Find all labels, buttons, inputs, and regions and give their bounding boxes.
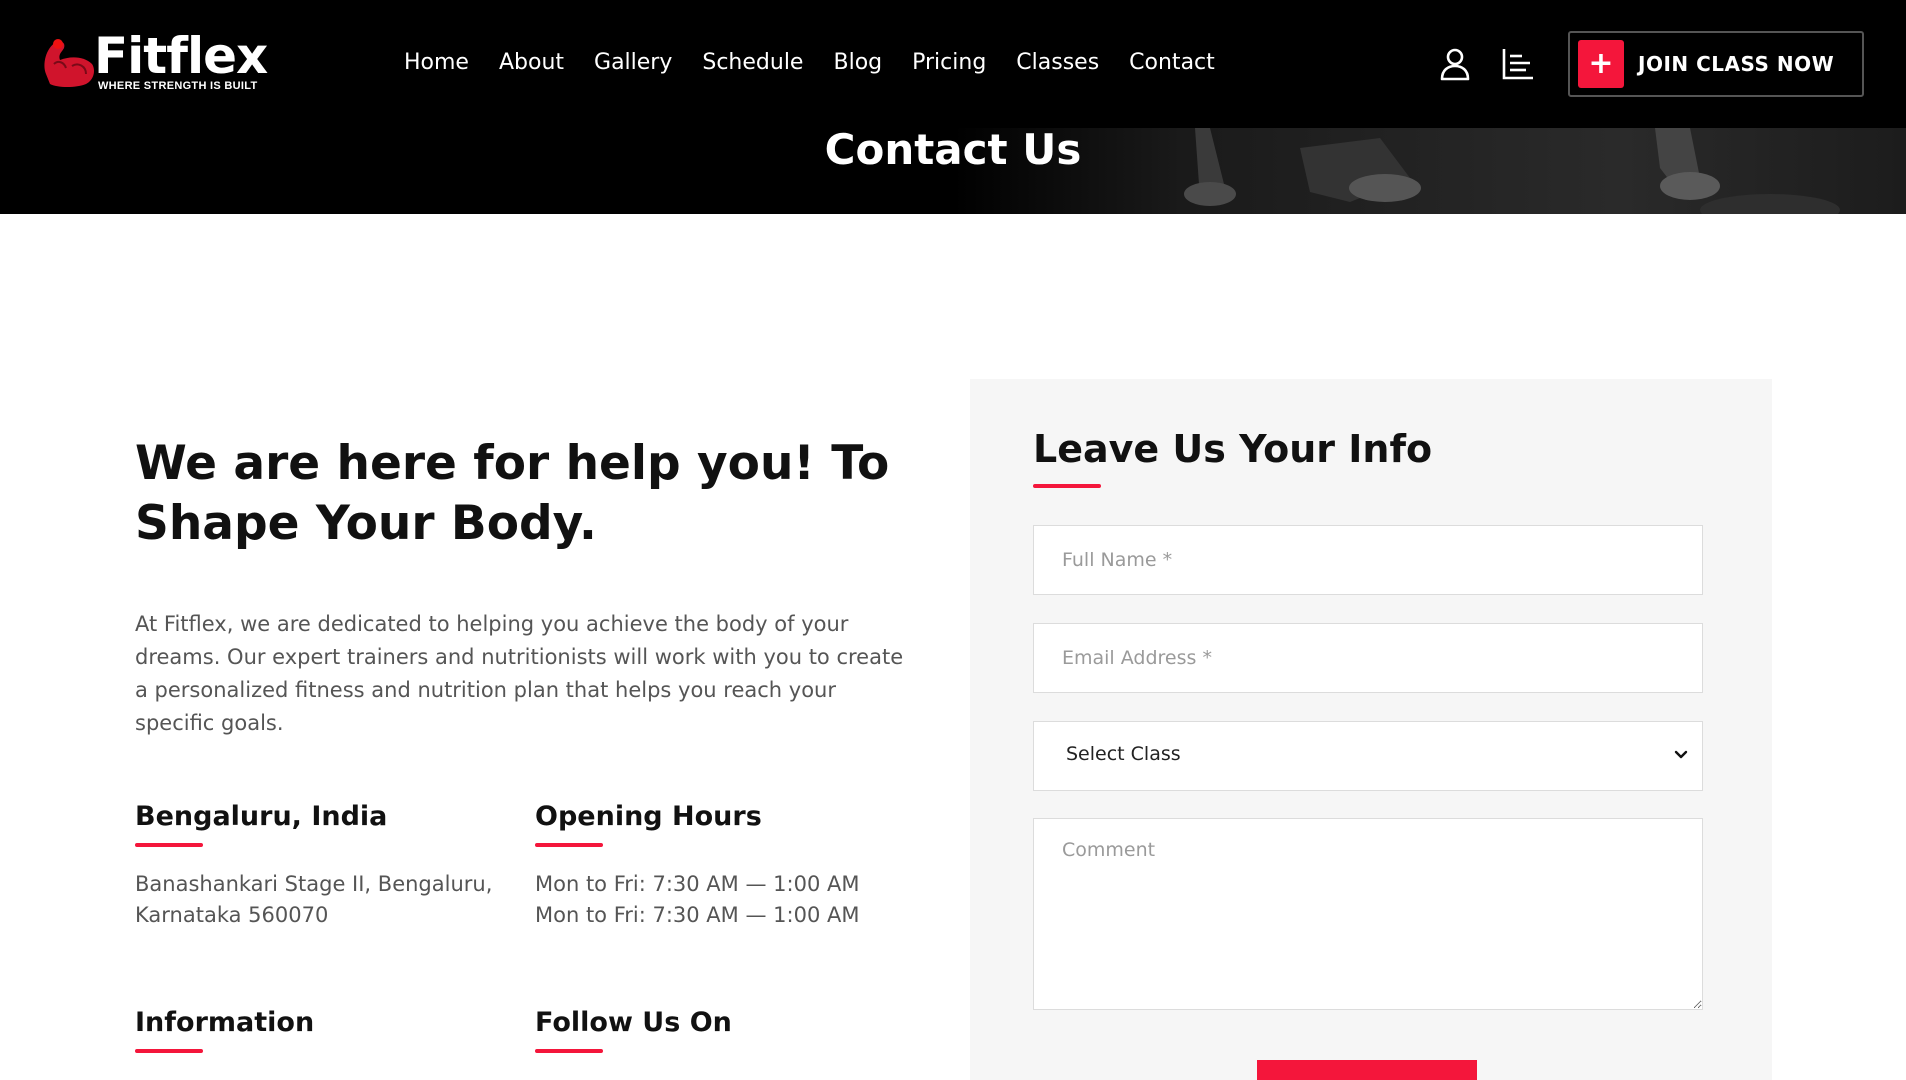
chevron-down-icon (1674, 750, 1688, 759)
class-select-value: Select Class (1066, 743, 1181, 765)
comment-textarea[interactable] (1033, 818, 1703, 1010)
nav-blog[interactable]: Blog (833, 46, 882, 80)
nav-home[interactable]: Home (404, 46, 469, 80)
list-icon[interactable] (1500, 46, 1536, 82)
flexed-arm-icon (44, 39, 94, 87)
full-name-input[interactable] (1033, 525, 1703, 595)
plus-icon: + (1578, 40, 1624, 88)
location-block: Bengaluru, India Banashankari Stage II, … (135, 799, 492, 931)
nav-schedule[interactable]: Schedule (702, 46, 803, 80)
address-text: Banashankari Stage II, Bengaluru, Karnat… (135, 869, 492, 931)
brand-tagline: WHERE STRENGTH IS BUILT (98, 80, 258, 92)
hours-text: Mon to Fri: 7:30 AM — 1:00 AM Mon to Fri… (535, 869, 859, 931)
contact-intro-text: At Fitflex, we are dedicated to helping … (135, 612, 904, 735)
contact-form-panel: Leave Us Your Info Select Class (970, 379, 1772, 1080)
user-icon[interactable] (1437, 46, 1473, 82)
join-class-label: JOIN CLASS NOW (1638, 52, 1835, 76)
main-menu: Home About Gallery Schedule Blog Pricing… (404, 46, 1245, 80)
email-input[interactable] (1033, 623, 1703, 693)
address-line-2: Karnataka 560070 (135, 903, 329, 927)
opening-hours-block: Opening Hours Mon to Fri: 7:30 AM — 1:00… (535, 799, 859, 931)
form-title-underline (1033, 484, 1101, 488)
opening-hours-title: Opening Hours (535, 801, 762, 832)
nav-classes[interactable]: Classes (1016, 46, 1099, 80)
section-underline (535, 1049, 603, 1053)
location-title: Bengaluru, India (135, 801, 388, 832)
section-underline (135, 1049, 203, 1053)
nav-contact[interactable]: Contact (1129, 46, 1215, 80)
nav-about[interactable]: About (499, 46, 564, 80)
information-block: Information (135, 1005, 314, 1053)
section-underline (535, 843, 603, 847)
hours-line-1: Mon to Fri: 7:30 AM — 1:00 AM (535, 872, 860, 896)
contact-heading: We are here for help you! To Shape Your … (135, 436, 890, 551)
brand-logo[interactable]: Fitflex WHERE STRENGTH IS BUILT (40, 27, 280, 96)
brand-name: Fitflex (94, 27, 268, 85)
nav-pricing[interactable]: Pricing (912, 46, 986, 80)
page-title: Contact Us (824, 125, 1082, 174)
class-select[interactable]: Select Class (1033, 721, 1703, 791)
top-navbar: Fitflex WHERE STRENGTH IS BUILT Home Abo… (0, 0, 1906, 128)
nav-gallery[interactable]: Gallery (594, 46, 672, 80)
follow-us-block: Follow Us On (535, 1005, 732, 1053)
information-title: Information (135, 1007, 315, 1038)
address-line-1: Banashankari Stage II, Bengaluru, (135, 872, 493, 896)
follow-us-title: Follow Us On (535, 1007, 732, 1038)
join-class-button[interactable]: + JOIN CLASS NOW (1568, 31, 1864, 97)
form-title: Leave Us Your Info (1033, 427, 1433, 471)
hours-line-2: Mon to Fri: 7:30 AM — 1:00 AM (535, 903, 860, 927)
section-underline (135, 843, 203, 847)
submit-button[interactable] (1257, 1060, 1477, 1080)
page-header: Fitflex WHERE STRENGTH IS BUILT Home Abo… (0, 0, 1906, 214)
